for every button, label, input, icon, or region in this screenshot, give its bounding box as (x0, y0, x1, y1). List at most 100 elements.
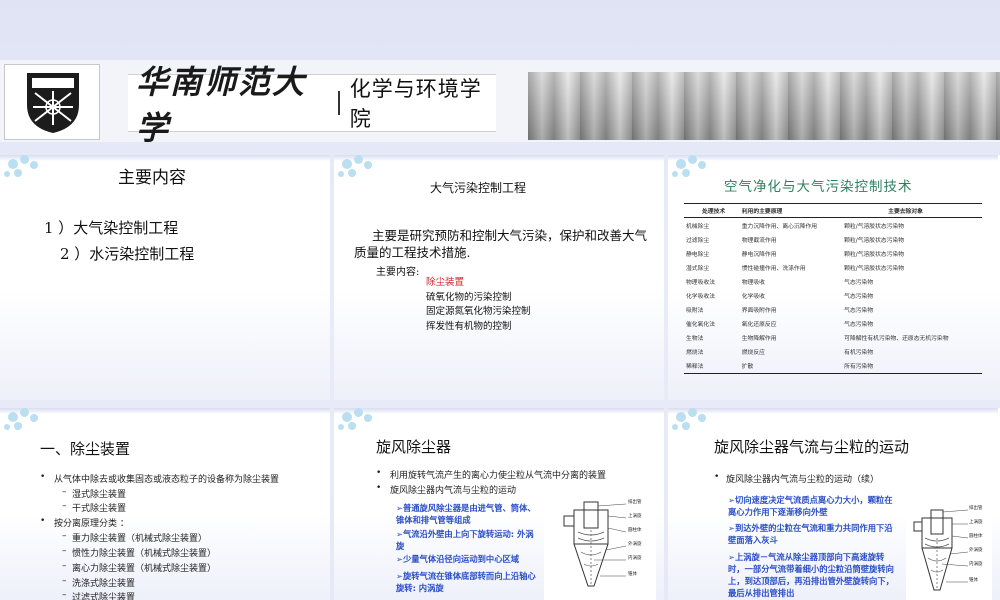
table-cell: 过滤除尘 (686, 237, 710, 244)
diagram-label: 内涡旋 (969, 562, 983, 567)
cyclone-diagram: 排出管 上涡旋 圆柱体 外涡旋 内涡旋 锥体 (544, 500, 656, 600)
blue-point: ➢上涡旋－气流从除尘器顶部向下高速旋转时，一部分气流带着细小的尘粒沿筒壁旋转向上… (728, 552, 894, 598)
table-header: 主要去除对象 (842, 203, 982, 218)
table-cell: 稀释法 (684, 358, 740, 375)
sub-bullet-text: 惯性力除尘装置（机械式除尘装置） (72, 549, 217, 559)
table-cell: 催化氧化法 (686, 322, 715, 329)
content-item: 1 ）大气染控制工程 (44, 219, 179, 237)
title-separator (337, 91, 340, 115)
decorative-dots-icon (4, 155, 46, 183)
dash-icon: – (62, 531, 67, 541)
bullet-dot-icon: • (40, 516, 46, 526)
bullet-text: 按分离原理分类 ： (54, 519, 129, 529)
list-item: 挥发性有机物的控制 (426, 320, 512, 332)
bullet-dot-icon: • (376, 468, 382, 478)
table-row: 湿式除尘 惯性碰撞作用、洗涤作用 颗粒/气溶胶状态污染物 (684, 260, 982, 274)
table-cell: 重力沉降作用、离心沉降作用 (741, 223, 818, 230)
blue-point: ➢少量气体沿径向运动到中心区域 (396, 554, 520, 564)
table-row: 静电除尘 静电沉降作用 颗粒/气溶胶状态污染物 (684, 246, 982, 260)
blue-point: ➢普通旋风除尘器是由进气管、筒体、锥体和排气管等组成 (396, 503, 536, 525)
slide-title: 一、除尘装置 (40, 440, 131, 458)
diagram-label: 外涡旋 (628, 542, 642, 547)
banner-title: 华南师范大学 化学与环境学院 (128, 63, 496, 147)
list-item: 除尘装置 (426, 277, 465, 288)
slide-thumbnail-5[interactable]: 旋风除尘器 • 利用旋转气流产生的离心力使尘粒从气流中分离的装置 • 旋风除尘器… (334, 408, 664, 600)
table-cell: 有机污染物 (844, 350, 874, 357)
blue-point: ➢气流沿外壁由上向下旋转运动: 外涡旋 (396, 529, 534, 551)
table-cell: 静电沉降作用 (741, 251, 777, 258)
diagram-label: 排出管 (969, 506, 983, 511)
sub-bullet-text: 重力除尘装置（机械式除尘装置） (72, 534, 208, 544)
diagram-label: 锥体 (628, 572, 637, 577)
university-emblem-icon (27, 73, 79, 133)
diagram-label: 上涡旋 (628, 514, 642, 519)
table-cell: 界面吸附作用 (741, 308, 777, 315)
decorative-dots-icon (4, 408, 46, 436)
table-cell: 生物法 (686, 336, 704, 343)
header-banner: 华南师范大学 化学与环境学院 (0, 60, 1000, 147)
table-cell: 可降解性有机污染物、还原态无机污染物 (844, 336, 949, 343)
table-row: 稀释法 扩散 所有污染物 (684, 358, 982, 375)
diagram-label: 圆柱体 (628, 528, 642, 533)
table-cell: 机械除尘 (686, 223, 710, 230)
table-cell: 气态污染物 (844, 308, 874, 315)
slide-paragraph: 主要是研究预防和控制大气污染，保护和改善大气质量的工程技术措施. (354, 228, 648, 260)
table-cell: 气态污染物 (844, 294, 874, 301)
table-cell: 化学吸收 (741, 294, 765, 301)
table-cell: 气态污染物 (844, 322, 874, 329)
dash-icon: – (62, 576, 67, 586)
table-cell: 气态污染物 (844, 279, 874, 286)
sub-bullet-text: 离心力除尘装置（机械式除尘装置） (72, 564, 217, 574)
bullet-dot-icon: • (376, 483, 382, 493)
table-cell: 静电除尘 (686, 251, 710, 258)
blue-point: ➢切向速度决定气流质点离心力大小，颗粒在离心力作用下逐渐移向外壁 (728, 495, 893, 517)
sub-bullet-text: 洗涤式除尘装置 (72, 579, 136, 589)
table-row: 催化氧化法 氧化还原反应 气态污染物 (684, 317, 982, 331)
dash-icon: – (62, 561, 67, 571)
slide-thumbnail-2[interactable]: 大气污染控制工程 主要是研究预防和控制大气污染，保护和改善大气质量的工程技术措施… (334, 155, 664, 400)
table-cell: 湿式除尘 (686, 265, 710, 272)
table-cell: 颗粒/气溶胶状态污染物 (844, 265, 905, 272)
table-cell: 化学吸收法 (686, 294, 715, 301)
decorative-dots-icon (338, 155, 380, 183)
table-cell: 物理吸收法 (686, 279, 715, 286)
decorative-dots-icon (338, 408, 380, 436)
slide-thumbnail-6[interactable]: 旋风除尘器气流与尘粒的运动 • 旋风除尘器内气流与尘粒的运动（续） ➢切向速度决… (668, 408, 1000, 600)
technique-table: 处理技术 利用的主要原理 主要去除对象 机械除尘 重力沉降作用、离心沉降作用 颗粒/… (684, 203, 982, 375)
table-header: 利用的主要原理 (739, 203, 843, 218)
table-cell: 颗粒/气溶胶状态污染物 (844, 251, 905, 258)
dash-icon: – (62, 590, 67, 600)
dash-icon: – (62, 487, 67, 497)
table-cell: 氧化还原反应 (741, 322, 777, 329)
slide-thumbnail-4[interactable]: 一、除尘装置 • 从气体中除去或收集固态或液态粒子的设备称为除尘装置 – 湿式除… (0, 408, 330, 600)
dash-icon: – (62, 501, 67, 511)
university-logo (4, 64, 100, 140)
diagram-label: 锥体 (969, 578, 978, 583)
bullet-text: 利用旋转气流产生的离心力使尘粒从气流中分离的装置 (390, 471, 607, 481)
blue-point: ➢旋转气流在锥体底部转而向上沿轴心旋转: 内涡旋 (396, 571, 536, 593)
sub-bullet-text: 干式除尘装置 (72, 504, 127, 514)
bullet-dot-icon: • (40, 472, 46, 482)
slide-thumbnail-3[interactable]: 空气净化与大气污染控制技术 处理技术 利用的主要原理 主要去除对象 机械除尘 重力… (668, 155, 1000, 400)
table-cell: 吸附法 (686, 308, 704, 315)
table-cell: 生物降解作用 (741, 336, 777, 343)
list-item: 硫氧化物的污染控制 (426, 291, 512, 303)
sub-heading: 主要内容: (376, 267, 420, 278)
table-cell: 颗粒/气溶胶状态污染物 (844, 237, 905, 244)
university-name: 华南师范大学 (136, 63, 307, 147)
table-cell: 惯性碰撞作用、洗涤作用 (741, 265, 806, 272)
table-row: 机械除尘 重力沉降作用、离心沉降作用 颗粒/气溶胶状态污染物 (684, 218, 982, 233)
diagram-label: 圆柱体 (969, 534, 983, 539)
table-cell: 物理吸收 (741, 279, 765, 286)
slide-thumbnail-1[interactable]: 主要内容 1 ）大气染控制工程 2 ）水污染控制工程 (0, 155, 330, 400)
table-cell: 燃烧反应 (741, 350, 765, 357)
diagram-label: 内涡旋 (628, 556, 642, 561)
slide-title: 旋风除尘器 (376, 438, 452, 456)
table-row: 吸附法 界面吸附作用 气态污染物 (684, 303, 982, 317)
bullet-text: 从气体中除去或收集固态或液态粒子的设备称为除尘装置 (54, 475, 280, 485)
content-list: 除尘装置 硫氧化物的污染控制 固定源氮氧化物污染控制 挥发性有机物的控制 (426, 276, 531, 334)
campus-photo (528, 72, 1000, 140)
diagram-label: 上涡旋 (969, 520, 983, 525)
table-cell: 物理截流作用 (741, 237, 777, 244)
decorative-dots-icon (672, 155, 714, 183)
